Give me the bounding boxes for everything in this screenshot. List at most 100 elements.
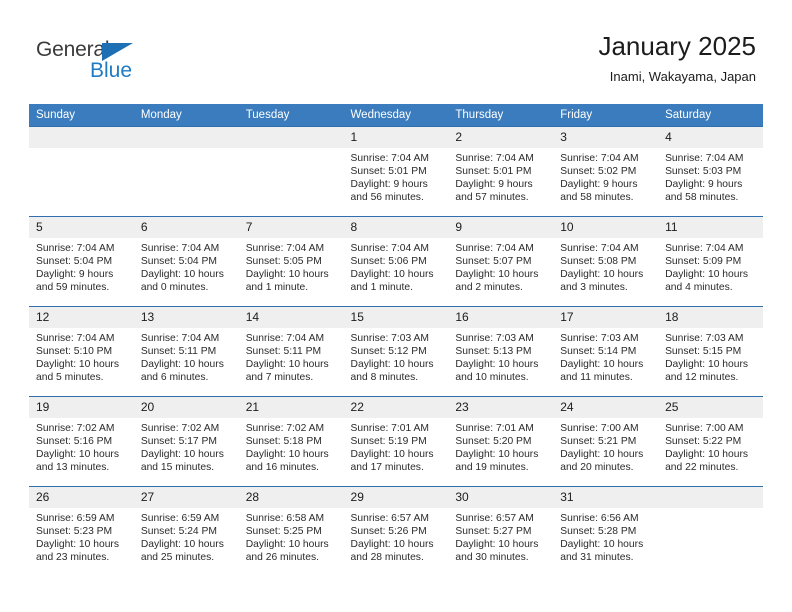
calendar-day-cell[interactable]: 2 Sunrise: 7:04 AM Sunset: 5:01 PM Daylight… <box>448 126 554 217</box>
calendar-day-cell[interactable]: 23 Sunrise: 7:01 AM Sunset: 5:20 PM Dayligh… <box>448 396 554 487</box>
sunrise-text: Sunrise: 7:04 AM <box>665 243 744 254</box>
day-details: Sunrise: 7:04 AM Sunset: 5:06 PM Daylight:… <box>344 238 449 294</box>
daylight-text-line2: and 20 minutes. <box>560 462 634 474</box>
sunrise-text: Sunrise: 7:04 AM <box>350 243 429 254</box>
day-details: Sunrise: 6:59 AM Sunset: 5:23 PM Daylight:… <box>29 508 134 564</box>
daylight-text-line1: Daylight: 10 hours <box>140 539 224 551</box>
daylight-text-line2: and 7 minutes. <box>245 372 314 384</box>
calendar-day-cell[interactable]: 9 Sunrise: 7:04 AM Sunset: 5:07 PM Daylight… <box>448 216 554 307</box>
day-number: 4 <box>658 127 763 148</box>
general-blue-logo[interactable]: General Blue <box>36 38 166 84</box>
daylight-text-line2: and 23 minutes. <box>36 552 110 564</box>
calendar-day-cell[interactable]: 11 Sunrise: 7:04 AM Sunset: 5:09 PM Dayligh… <box>658 216 763 307</box>
weekday-header-saturday: Saturday <box>658 104 763 127</box>
sunrise-text: Sunrise: 7:04 AM <box>245 243 325 254</box>
day-details: Sunrise: 7:04 AM Sunset: 5:05 PM Daylight:… <box>239 238 344 294</box>
calendar-day-cell[interactable]: 6 Sunrise: 7:04 AM Sunset: 5:04 PM Daylight… <box>133 216 239 307</box>
calendar-day-cell[interactable]: 26 Sunrise: 6:59 AM Sunset: 5:23 PM Dayligh… <box>29 486 134 577</box>
page-header: General Blue January 2025 Inami, Wakayam… <box>0 0 792 104</box>
calendar-day-cell[interactable]: 17 Sunrise: 7:03 AM Sunset: 5:14 PM Dayligh… <box>553 306 659 397</box>
sunrise-text: Sunrise: 7:04 AM <box>560 153 639 164</box>
daylight-text-line2: and 19 minutes. <box>455 462 529 474</box>
sunset-text: Sunset: 5:07 PM <box>455 256 532 268</box>
calendar-day-cell[interactable]: 7 Sunrise: 7:04 AM Sunset: 5:05 PM Daylight… <box>238 216 344 307</box>
calendar-day-cell[interactable]: 10 Sunrise: 7:04 AM Sunset: 5:08 PM Dayligh… <box>553 216 659 307</box>
sunset-text: Sunset: 5:26 PM <box>350 526 427 538</box>
sunrise-text: Sunrise: 7:04 AM <box>140 243 220 254</box>
daylight-text-line1: Daylight: 10 hours <box>245 539 329 551</box>
calendar-day-cell[interactable]: 15 Sunrise: 7:03 AM Sunset: 5:12 PM Dayligh… <box>343 306 449 397</box>
day-number: 3 <box>553 127 659 148</box>
sunset-text: Sunset: 5:21 PM <box>560 436 637 448</box>
sunset-text: Sunset: 5:11 PM <box>245 346 322 358</box>
weekday-header-friday: Friday <box>553 104 659 127</box>
day-number: 18 <box>658 307 763 328</box>
weekday-header-wednesday: Wednesday <box>343 104 449 127</box>
calendar-day-cell[interactable]: 28 Sunrise: 6:58 AM Sunset: 5:25 PM Dayligh… <box>238 486 344 577</box>
calendar-day-cell[interactable]: 3 Sunrise: 7:04 AM Sunset: 5:02 PM Daylight… <box>553 126 659 217</box>
sunset-text: Sunset: 5:06 PM <box>350 256 427 268</box>
daylight-text-line2: and 6 minutes. <box>140 372 209 384</box>
day-number: 6 <box>133 217 239 238</box>
calendar-day-cell[interactable]: 24 Sunrise: 7:00 AM Sunset: 5:21 PM Dayligh… <box>553 396 659 487</box>
daylight-text-line1: Daylight: 9 hours <box>560 179 638 191</box>
day-number: 1 <box>343 127 449 148</box>
calendar-day-cell[interactable]: 19 Sunrise: 7:02 AM Sunset: 5:16 PM Dayligh… <box>29 396 134 487</box>
calendar-day-cell[interactable]: 16 Sunrise: 7:03 AM Sunset: 5:13 PM Dayligh… <box>448 306 554 397</box>
sunrise-text: Sunrise: 7:03 AM <box>455 333 534 344</box>
day-details: Sunrise: 6:58 AM Sunset: 5:25 PM Daylight:… <box>239 508 344 564</box>
day-number: 29 <box>343 487 449 508</box>
daylight-text-line1: Daylight: 10 hours <box>665 449 749 461</box>
daylight-text-line1: Daylight: 9 hours <box>665 179 743 191</box>
calendar-day-cell[interactable]: 27 Sunrise: 6:59 AM Sunset: 5:24 PM Dayligh… <box>133 486 239 577</box>
day-details: Sunrise: 7:00 AM Sunset: 5:21 PM Daylight:… <box>553 418 658 474</box>
day-details: Sunrise: 7:04 AM Sunset: 5:01 PM Daylight:… <box>448 148 553 204</box>
calendar-week-row: 1 Sunrise: 7:04 AM Sunset: 5:01 PM Daylight… <box>29 126 763 217</box>
calendar-day-cell[interactable]: 21 Sunrise: 7:02 AM Sunset: 5:18 PM Dayligh… <box>238 396 344 487</box>
sunrise-text: Sunrise: 7:04 AM <box>140 333 220 344</box>
daylight-text-line2: and 3 minutes. <box>560 282 628 294</box>
calendar-day-cell[interactable]: 13 Sunrise: 7:04 AM Sunset: 5:11 PM Dayligh… <box>133 306 239 397</box>
daylight-text-line2: and 1 minute. <box>350 282 413 294</box>
calendar-day-cell[interactable]: 18 Sunrise: 7:03 AM Sunset: 5:15 PM Dayligh… <box>658 306 763 397</box>
calendar-day-cell[interactable]: 30 Sunrise: 6:57 AM Sunset: 5:27 PM Dayligh… <box>448 486 554 577</box>
calendar-day-cell[interactable]: 8 Sunrise: 7:04 AM Sunset: 5:06 PM Daylight… <box>343 216 449 307</box>
calendar-day-cell[interactable]: 29 Sunrise: 6:57 AM Sunset: 5:26 PM Dayligh… <box>343 486 449 577</box>
daylight-text-line1: Daylight: 10 hours <box>350 449 434 461</box>
daylight-text-line2: and 59 minutes. <box>36 282 110 294</box>
daylight-text-line1: Daylight: 9 hours <box>36 269 114 281</box>
daylight-text-line1: Daylight: 10 hours <box>560 449 644 461</box>
calendar-day-cell[interactable]: 22 Sunrise: 7:01 AM Sunset: 5:19 PM Dayligh… <box>343 396 449 487</box>
day-number: 11 <box>658 217 763 238</box>
sunrise-text: Sunrise: 7:04 AM <box>455 153 534 164</box>
day-details: Sunrise: 7:04 AM Sunset: 5:04 PM Daylight:… <box>134 238 239 294</box>
calendar-day-cell[interactable]: 20 Sunrise: 7:02 AM Sunset: 5:17 PM Dayligh… <box>133 396 239 487</box>
sunrise-text: Sunrise: 6:59 AM <box>36 513 115 524</box>
day-details: Sunrise: 7:03 AM Sunset: 5:13 PM Daylight:… <box>448 328 553 384</box>
daylight-text-line2: and 31 minutes. <box>560 552 634 564</box>
daylight-text-line2: and 4 minutes. <box>665 282 733 294</box>
sunrise-text: Sunrise: 7:04 AM <box>245 333 325 344</box>
daylight-text-line2: and 8 minutes. <box>350 372 419 384</box>
day-details: Sunrise: 7:04 AM Sunset: 5:03 PM Daylight:… <box>658 148 763 204</box>
sunrise-text: Sunrise: 7:00 AM <box>560 423 639 434</box>
daylight-text-line1: Daylight: 10 hours <box>245 269 329 281</box>
daylight-text-line1: Daylight: 10 hours <box>245 449 329 461</box>
calendar-day-cell[interactable]: 4 Sunrise: 7:04 AM Sunset: 5:03 PM Daylight… <box>658 126 763 217</box>
sunrise-text: Sunrise: 7:04 AM <box>350 153 429 164</box>
page-subtitle: Inami, Wakayama, Japan <box>609 69 756 84</box>
calendar-day-cell[interactable]: 5 Sunrise: 7:04 AM Sunset: 5:04 PM Daylight… <box>29 216 134 307</box>
sunset-text: Sunset: 5:27 PM <box>455 526 532 538</box>
sunrise-text: Sunrise: 7:04 AM <box>36 243 115 254</box>
calendar-day-cell[interactable]: 12 Sunrise: 7:04 AM Sunset: 5:10 PM Dayligh… <box>29 306 134 397</box>
daylight-text-line2: and 22 minutes. <box>665 462 739 474</box>
day-number: 31 <box>553 487 659 508</box>
day-number: 8 <box>343 217 449 238</box>
calendar-day-cell[interactable]: 25 Sunrise: 7:00 AM Sunset: 5:22 PM Dayligh… <box>658 396 763 487</box>
calendar-week-row: 26 Sunrise: 6:59 AM Sunset: 5:23 PM Dayligh… <box>29 486 763 577</box>
calendar-day-cell[interactable]: 1 Sunrise: 7:04 AM Sunset: 5:01 PM Daylight… <box>343 126 449 217</box>
calendar-day-cell[interactable]: 14 Sunrise: 7:04 AM Sunset: 5:11 PM Dayligh… <box>238 306 344 397</box>
calendar-day-cell[interactable]: 31 Sunrise: 6:56 AM Sunset: 5:28 PM Dayligh… <box>553 486 659 577</box>
daylight-text-line1: Daylight: 10 hours <box>560 539 644 551</box>
sunset-text: Sunset: 5:28 PM <box>560 526 637 538</box>
